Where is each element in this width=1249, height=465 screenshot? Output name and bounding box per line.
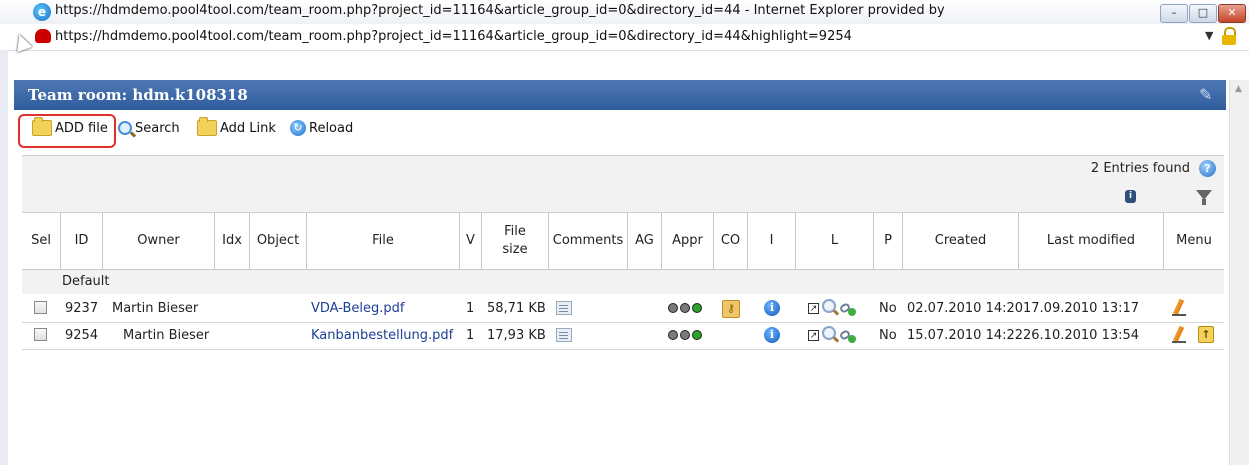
col-last-modified[interactable]: Last modified <box>1019 213 1164 269</box>
col-version[interactable]: V <box>460 213 482 269</box>
table-row: 9237 Martin Bieser VDA-Beleg.pdf 1 58,71… <box>22 296 1224 323</box>
reload-button[interactable]: ↻ Reload <box>290 118 353 138</box>
col-object[interactable]: Object <box>250 213 307 269</box>
row-file-link[interactable]: VDA-Beleg.pdf <box>311 301 405 316</box>
lock-icon[interactable] <box>1222 27 1236 45</box>
status-light-icon <box>668 330 678 340</box>
status-light-icon <box>692 303 702 313</box>
info-icon[interactable]: i <box>764 327 780 343</box>
group-label: Default <box>62 274 110 289</box>
row-file-link[interactable]: Kanbanbestellung.pdf <box>311 328 453 343</box>
reload-icon: ↻ <box>290 120 306 136</box>
maximize-button[interactable]: □ <box>1189 4 1217 23</box>
status-light-icon <box>668 303 678 313</box>
upload-version-icon[interactable]: ↑ <box>1198 326 1214 343</box>
col-p[interactable]: P <box>874 213 903 269</box>
row-version: 1 <box>466 301 475 316</box>
vertical-scrollbar[interactable]: ▲ <box>1229 80 1249 465</box>
close-button[interactable]: ✕ <box>1218 4 1246 23</box>
row-file-size: 58,71 KB <box>487 301 546 316</box>
pin-icon[interactable]: ✎ <box>1199 85 1212 104</box>
col-owner[interactable]: Owner <box>103 213 215 269</box>
col-file-size[interactable]: File size <box>482 213 549 269</box>
col-appr[interactable]: Appr <box>662 213 714 269</box>
col-id[interactable]: ID <box>61 213 103 269</box>
reload-label: Reload <box>309 120 354 136</box>
folder-link-icon <box>197 117 217 136</box>
edit-pencil-icon[interactable] <box>1172 326 1186 344</box>
col-idx[interactable]: Idx <box>215 213 250 269</box>
col-ag[interactable]: AG <box>628 213 662 269</box>
row-created: 02.07.2010 14:20 <box>907 301 1024 316</box>
search-icon[interactable] <box>822 326 836 340</box>
comments-icon[interactable] <box>556 328 572 342</box>
team-room-header: Team room: hdm.k108318 ✎ <box>14 80 1226 110</box>
row-checkbox[interactable] <box>34 328 47 341</box>
table-row: 9254 Martin Bieser Kanbanbestellung.pdf … <box>22 323 1224 350</box>
row-p: No <box>879 301 897 316</box>
internet-explorer-icon: e <box>33 3 51 21</box>
row-last-modified: 26.10.2010 13:54 <box>1023 328 1140 343</box>
address-bar[interactable]: https://hdmdemo.pool4tool.com/team_room.… <box>0 24 1249 51</box>
row-id: 9254 <box>65 328 99 343</box>
entries-info-bar: 2 Entries found ? <box>22 155 1224 183</box>
security-warning-icon <box>35 29 51 43</box>
minimize-button[interactable]: – <box>1160 4 1188 23</box>
col-l[interactable]: L <box>796 213 874 269</box>
chevron-down-icon[interactable]: ▼ <box>1205 29 1213 42</box>
col-co[interactable]: CO <box>714 213 748 269</box>
col-created[interactable]: Created <box>903 213 1019 269</box>
row-version: 1 <box>466 328 475 343</box>
open-external-icon[interactable]: ↗ <box>808 303 819 314</box>
row-owner: Martin Bieser <box>123 328 210 343</box>
help-icon[interactable]: ? <box>1199 160 1216 177</box>
link-icon[interactable] <box>838 300 858 316</box>
status-light-icon <box>680 330 690 340</box>
row-id: 9237 <box>65 301 99 316</box>
row-last-modified: 17.09.2010 13:17 <box>1023 301 1140 316</box>
add-link-label: Add Link <box>220 120 276 136</box>
row-owner: Martin Bieser <box>112 301 199 316</box>
row-p: No <box>879 328 897 343</box>
status-light-icon <box>680 303 690 313</box>
search-icon[interactable] <box>822 299 836 313</box>
edit-pencil-icon[interactable] <box>1172 299 1186 317</box>
group-header-default: Default <box>22 270 1224 294</box>
col-menu: Menu <box>1176 233 1212 248</box>
add-link-button[interactable]: Add Link <box>197 117 276 138</box>
address-url[interactable]: https://hdmdemo.pool4tool.com/team_room.… <box>55 29 852 44</box>
toolbar: ADD file Search Add Link ↻ Reload <box>14 110 1226 146</box>
table-header: Sel ID Owner Idx Object File V File size… <box>22 213 1224 270</box>
row-created: 15.07.2010 14:22 <box>907 328 1024 343</box>
window-titlebar: e https://hdmdemo.pool4tool.com/team_roo… <box>0 0 1249 24</box>
page-title: Team room: hdm.k108318 <box>28 86 248 104</box>
entries-count: 2 Entries found <box>1090 161 1190 176</box>
status-light-icon <box>692 330 702 340</box>
info-icon[interactable]: i <box>1125 190 1136 203</box>
window-left-edge <box>0 50 8 465</box>
link-icon[interactable] <box>838 327 858 343</box>
filter-icon[interactable] <box>1196 190 1212 205</box>
checkout-key-icon[interactable]: ⚷ <box>722 300 740 318</box>
scroll-up-icon[interactable]: ▲ <box>1235 84 1242 94</box>
comments-icon[interactable] <box>556 301 572 315</box>
row-checkbox[interactable] <box>34 301 47 314</box>
approval-status-lights <box>668 303 702 313</box>
search-label: Search <box>135 120 180 136</box>
col-sel[interactable]: Sel <box>22 213 61 269</box>
col-file[interactable]: File <box>307 213 460 269</box>
window-title: https://hdmdemo.pool4tool.com/team_room.… <box>55 3 945 18</box>
filter-bar: i <box>22 182 1224 213</box>
search-icon <box>118 121 132 135</box>
approval-status-lights <box>668 330 702 340</box>
open-external-icon[interactable]: ↗ <box>808 330 819 341</box>
add-file-highlight <box>18 114 116 148</box>
info-icon[interactable]: i <box>764 300 780 316</box>
col-comments[interactable]: Comments <box>549 213 628 269</box>
row-file-size: 17,93 KB <box>487 328 546 343</box>
col-i[interactable]: I <box>748 213 796 269</box>
search-button[interactable]: Search <box>118 118 180 138</box>
